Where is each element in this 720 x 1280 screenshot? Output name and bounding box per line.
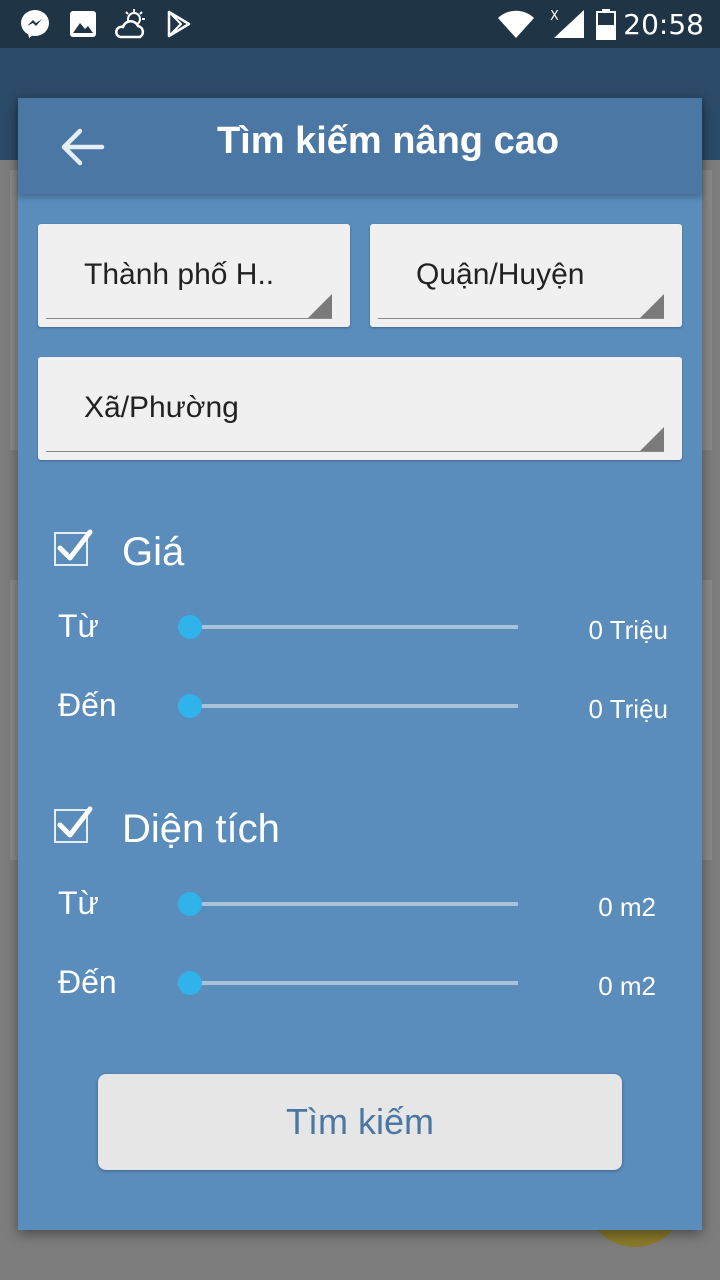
battery-icon	[595, 9, 617, 40]
checkmark-icon	[57, 529, 93, 561]
area-to-slider[interactable]	[178, 971, 518, 995]
area-from-label: Từ	[58, 885, 99, 921]
slider-thumb[interactable]	[178, 615, 202, 639]
search-button[interactable]: Tìm kiếm	[98, 1074, 622, 1170]
area-checkbox[interactable]	[54, 806, 93, 843]
price-to-label: Đến	[58, 687, 117, 723]
price-from-slider[interactable]	[178, 615, 518, 639]
dropdown-triangle-icon	[640, 294, 664, 318]
price-checkbox[interactable]	[54, 529, 93, 566]
city-select-value: Thành phố H..	[84, 258, 275, 291]
slider-thumb[interactable]	[178, 694, 202, 718]
select-underline	[46, 451, 664, 452]
price-section-title: Giá	[122, 530, 185, 574]
slider-track	[178, 625, 518, 629]
district-select-value: Quận/Huyện	[416, 258, 585, 291]
price-from-label: Từ	[58, 608, 99, 644]
image-icon	[68, 9, 98, 39]
dropdown-triangle-icon	[640, 427, 664, 451]
dialog-title: Tìm kiếm nâng cao	[216, 120, 560, 162]
background-card	[702, 580, 712, 860]
advanced-search-dialog: Tìm kiếm nâng cao Thành phố H.. Quận/Huy…	[18, 98, 702, 1230]
area-from-slider[interactable]	[178, 892, 518, 916]
slider-track	[178, 704, 518, 708]
price-from-value: 0 Triệu	[588, 615, 669, 645]
back-button[interactable]	[54, 122, 110, 172]
price-to-slider[interactable]	[178, 694, 518, 718]
status-time: 20:58	[623, 8, 704, 41]
background-card	[702, 170, 712, 450]
slider-thumb[interactable]	[178, 892, 202, 916]
area-to-label: Đến	[58, 964, 117, 1000]
price-to-value: 0 Triệu	[588, 694, 669, 724]
select-underline	[378, 318, 664, 319]
ward-select-value: Xã/Phường	[84, 391, 239, 424]
dropdown-triangle-icon	[308, 294, 332, 318]
slider-track	[178, 902, 518, 906]
checkmark-icon	[57, 806, 93, 838]
play-store-icon	[164, 9, 194, 39]
ward-select[interactable]: Xã/Phường	[38, 357, 682, 460]
svg-text:X: X	[550, 9, 559, 24]
messenger-icon	[20, 9, 50, 39]
area-to-value: 0 m2	[598, 971, 656, 1001]
city-select[interactable]: Thành phố H..	[38, 224, 350, 327]
area-from-value: 0 m2	[598, 892, 656, 922]
area-section-title: Diện tích	[122, 807, 280, 851]
dialog-header: Tìm kiếm nâng cao	[18, 98, 702, 194]
slider-thumb[interactable]	[178, 971, 202, 995]
wifi-icon	[496, 9, 536, 39]
signal-icon: X	[550, 9, 586, 39]
status-bar: X 20:58	[0, 0, 720, 48]
slider-track	[178, 981, 518, 985]
weather-icon	[114, 9, 150, 39]
select-underline	[46, 318, 332, 319]
district-select[interactable]: Quận/Huyện	[370, 224, 682, 327]
arrow-left-icon	[61, 128, 105, 166]
